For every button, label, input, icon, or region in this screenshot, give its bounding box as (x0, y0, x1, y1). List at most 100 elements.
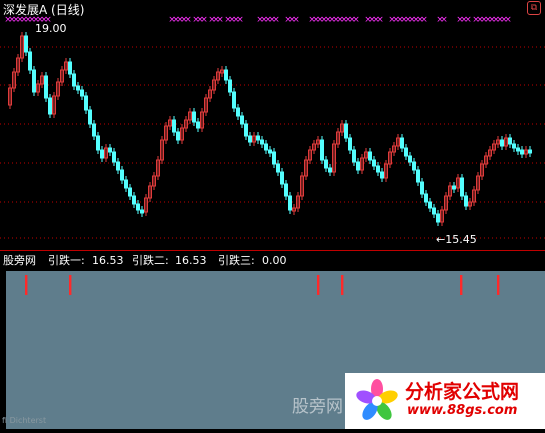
candle-body (232, 91, 236, 109)
candle-body (240, 115, 244, 125)
watermark-text: 股旁网 (292, 397, 343, 417)
footer-text: fi Dichterst (2, 416, 47, 425)
candle-body (500, 139, 504, 147)
candle-body (72, 73, 76, 87)
candle-body (96, 135, 100, 151)
stock-name: 深发展A (3, 3, 48, 17)
candle-body (464, 195, 468, 207)
candle-body (420, 181, 424, 195)
candle-body (260, 139, 264, 145)
candle-body (76, 85, 80, 91)
candle-body (268, 149, 272, 154)
candle-body (68, 61, 72, 75)
indicator-line2-label: 引跌二: (132, 254, 169, 267)
indicator-line1-value: 16.53 (92, 254, 124, 267)
candle-body (44, 75, 48, 99)
candle-body (416, 169, 420, 183)
candle-body (432, 207, 436, 215)
candle-body (124, 179, 128, 189)
candle-body (236, 107, 240, 117)
candle-body (248, 135, 252, 143)
indicator-line2-value: 16.53 (175, 254, 207, 267)
signal-bar (25, 275, 28, 295)
candle-body (508, 137, 512, 145)
low-price-label: ←15.45 (436, 233, 477, 246)
candle-body (196, 121, 200, 129)
candle-body (140, 209, 144, 214)
signal-marker: × (464, 15, 472, 25)
candle-body (224, 69, 228, 81)
candle-body (368, 151, 372, 161)
candle-body (256, 135, 260, 141)
candle-body (276, 163, 280, 173)
candle-body (460, 177, 464, 197)
signal-marker: × (420, 15, 428, 25)
signal-marker: × (440, 15, 448, 25)
candle-body (24, 35, 28, 53)
signal-marker: × (292, 15, 300, 25)
candle-body (452, 185, 456, 190)
candle-body (356, 161, 360, 171)
signal-marker: × (184, 15, 192, 25)
candle-body (328, 167, 332, 173)
candle-body (400, 137, 404, 149)
candle-body (520, 149, 524, 155)
candle-body (128, 187, 132, 197)
candle-body (132, 195, 136, 205)
candle-body (48, 97, 52, 115)
candle-body (100, 149, 104, 159)
indicator-line3-label: 引跌三: (218, 254, 255, 267)
signal-marker: × (236, 15, 244, 25)
candle-body (80, 89, 84, 97)
candle-body (228, 79, 232, 93)
candle-body (112, 151, 116, 163)
candle-body (244, 123, 248, 137)
signal-bar (317, 275, 320, 295)
candle-body (408, 155, 412, 163)
candle-body (352, 149, 356, 163)
candle-body (372, 159, 376, 167)
candle-body (412, 161, 416, 171)
candle-body (28, 51, 32, 71)
candle-body (192, 111, 196, 123)
candle-body (324, 159, 328, 169)
candle-body (528, 149, 532, 154)
candle-body (376, 165, 380, 173)
candle-body (84, 95, 88, 111)
signal-marker: × (216, 15, 224, 25)
candle-body (120, 169, 124, 181)
site-logo: 分析家公式网 www.88gs.com (345, 373, 545, 429)
candle-body (176, 131, 180, 141)
logo-title: 分析家公式网 (405, 381, 520, 403)
signal-bar (69, 275, 72, 295)
chart-title: 深发展A (日线) (3, 1, 84, 18)
candlestick-chart: ××××××××××× ××××× ××× ××× ×××× ××××× ××× ××××××… (0, 15, 545, 239)
candle-body (424, 193, 428, 203)
signal-marker: × (272, 15, 280, 25)
indicator-header: 股旁网 引跌一: 16.53 引跌二: 16.53 引跌三: 0.00 (0, 251, 545, 271)
signal-marker: × (504, 15, 512, 25)
signal-bar (460, 275, 463, 295)
indicator-name: 股旁网 (3, 254, 36, 267)
candle-body (284, 183, 288, 197)
chart-window[interactable]: × × × × × × × × × × × × × × × × × × × × × × × × × × × × × × × × × × × × × × × ×… (0, 0, 545, 429)
candle-body (380, 171, 384, 179)
signal-marker: × (376, 15, 384, 25)
candle-body (116, 161, 120, 171)
candle-body (436, 213, 440, 223)
candle-body (92, 123, 96, 137)
candle-body (344, 123, 348, 139)
signal-bar (497, 275, 500, 295)
window-restore-icon[interactable]: ⧉ (527, 1, 541, 15)
logo-url[interactable]: www.88gs.com (407, 403, 517, 418)
price-chart-pane[interactable]: × × × × × × × × × × × × × × × × × × × × × × × × × × × × × × × × × × × × × × × ×… (0, 0, 545, 250)
candle-body (512, 143, 516, 149)
signal-marker: × (200, 15, 208, 25)
candle-body (108, 147, 112, 153)
candle-body (516, 147, 520, 152)
signal-marker: × (352, 15, 360, 25)
indicator-line1-label: 引跌一: (48, 254, 85, 267)
period-label: (日线) (51, 3, 85, 17)
candle-body (172, 119, 176, 133)
high-price-label: 19.00 (35, 22, 67, 35)
